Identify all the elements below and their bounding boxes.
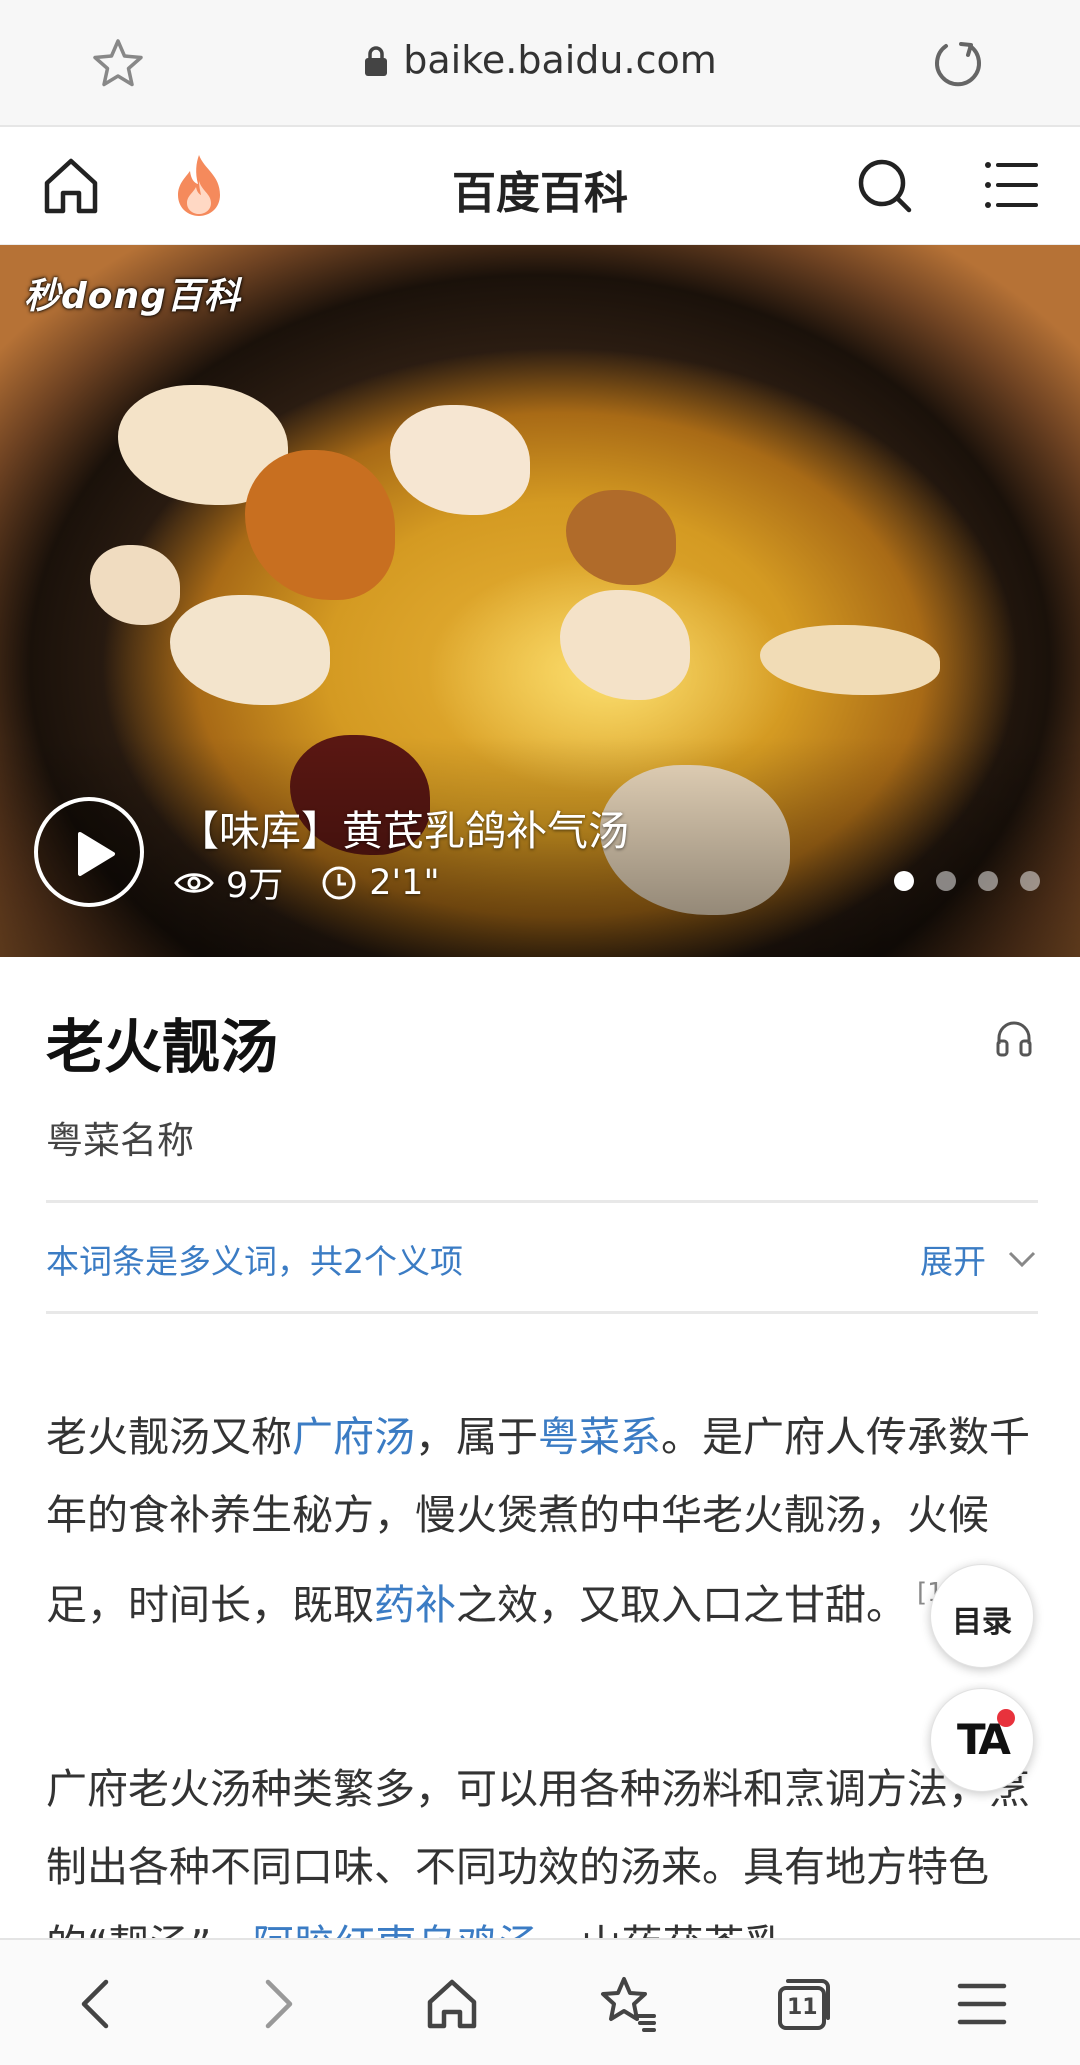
- polysemy-bar[interactable]: 本词条是多义词，共2个义项 展开: [46, 1200, 1038, 1314]
- text-run: 之效，又取入口之甘甜。: [456, 1581, 907, 1629]
- lock-icon: [365, 46, 388, 76]
- toc-button[interactable]: 目录: [930, 1564, 1034, 1668]
- soup-ingredient: [560, 590, 690, 700]
- back-icon[interactable]: [68, 1974, 128, 2034]
- link-cantonese-cuisine[interactable]: 粤菜系: [538, 1413, 661, 1461]
- soup-ingredient: [90, 545, 180, 625]
- bookmarks-icon[interactable]: [598, 1974, 658, 2034]
- expand-button[interactable]: 展开: [920, 1235, 1036, 1283]
- play-button[interactable]: [34, 797, 144, 907]
- text-run: ，属于: [415, 1413, 538, 1461]
- link-medicinal-tonic[interactable]: 药补: [374, 1581, 456, 1629]
- text-run: 老火靓汤又称: [46, 1413, 292, 1461]
- tabs-count: 11: [787, 1995, 818, 2020]
- video-duration: 2'1": [369, 862, 440, 903]
- watermark-logo: 秒dong百科: [24, 276, 241, 317]
- headphones-icon[interactable]: [994, 1018, 1034, 1058]
- soup-ingredient: [245, 450, 395, 600]
- page-title: 老火靓汤: [46, 1013, 279, 1081]
- menu-icon[interactable]: [984, 159, 1040, 211]
- forward-icon[interactable]: [246, 1974, 306, 2034]
- eye-icon: [174, 872, 214, 893]
- intro-paragraph: 老火靓汤又称广府汤，属于粤菜系。是广府人传承数千年的食补养生秘方，慢火煲煮的中华…: [46, 1398, 1038, 1644]
- notification-dot: [997, 1709, 1015, 1727]
- view-count: 9万: [226, 866, 284, 906]
- carousel-dots: [894, 871, 1040, 891]
- menu-icon[interactable]: [952, 1974, 1012, 2034]
- chevron-down-icon: [1008, 1251, 1036, 1268]
- carousel-dot[interactable]: [1020, 871, 1040, 891]
- video-meta: 9万 2'1": [174, 857, 478, 908]
- clock-icon: [322, 866, 356, 899]
- search-icon[interactable]: [856, 157, 914, 215]
- page-subtitle: 粤菜名称: [46, 1119, 194, 1162]
- url-field[interactable]: baike.baidu.com: [0, 38, 1080, 82]
- url-text: baike.baidu.com: [403, 38, 717, 82]
- soup-ingredient: [760, 625, 940, 695]
- toc-label: 目录: [952, 1605, 1012, 1640]
- hero-video[interactable]: 秒dong百科 【味库】黄芪乳鸽补气汤 9万 2'1": [0, 245, 1080, 957]
- video-title[interactable]: 【味库】黄芪乳鸽补气汤: [178, 797, 629, 857]
- home-icon[interactable]: [422, 1974, 482, 2034]
- reload-icon[interactable]: [930, 36, 986, 92]
- tabs-button[interactable]: 11: [774, 1974, 834, 2034]
- link-guangfu-soup[interactable]: 广府汤: [292, 1413, 415, 1461]
- browser-toolbar: 11: [0, 1938, 1080, 2065]
- carousel-dot[interactable]: [936, 871, 956, 891]
- site-header: 百度百科: [0, 127, 1080, 245]
- body-paragraph: 广府老火汤种类繁多，可以用各种汤料和烹调方法，烹制出各种不同口味、不同功效的汤来…: [46, 1750, 1038, 1948]
- soup-ingredient: [170, 595, 330, 705]
- site-brand[interactable]: 百度百科: [0, 157, 1080, 221]
- expand-label: 展开: [920, 1242, 986, 1281]
- ta-label: TA: [957, 1715, 1011, 1764]
- polysemy-notice[interactable]: 本词条是多义词，共2个义项: [46, 1235, 463, 1283]
- carousel-dot[interactable]: [894, 871, 914, 891]
- play-icon: [78, 832, 115, 876]
- carousel-dot[interactable]: [978, 871, 998, 891]
- soup-ingredient: [390, 405, 530, 515]
- soup-ingredient: [566, 490, 676, 585]
- browser-url-bar: baike.baidu.com: [0, 0, 1080, 127]
- ta-button[interactable]: TA: [930, 1688, 1034, 1792]
